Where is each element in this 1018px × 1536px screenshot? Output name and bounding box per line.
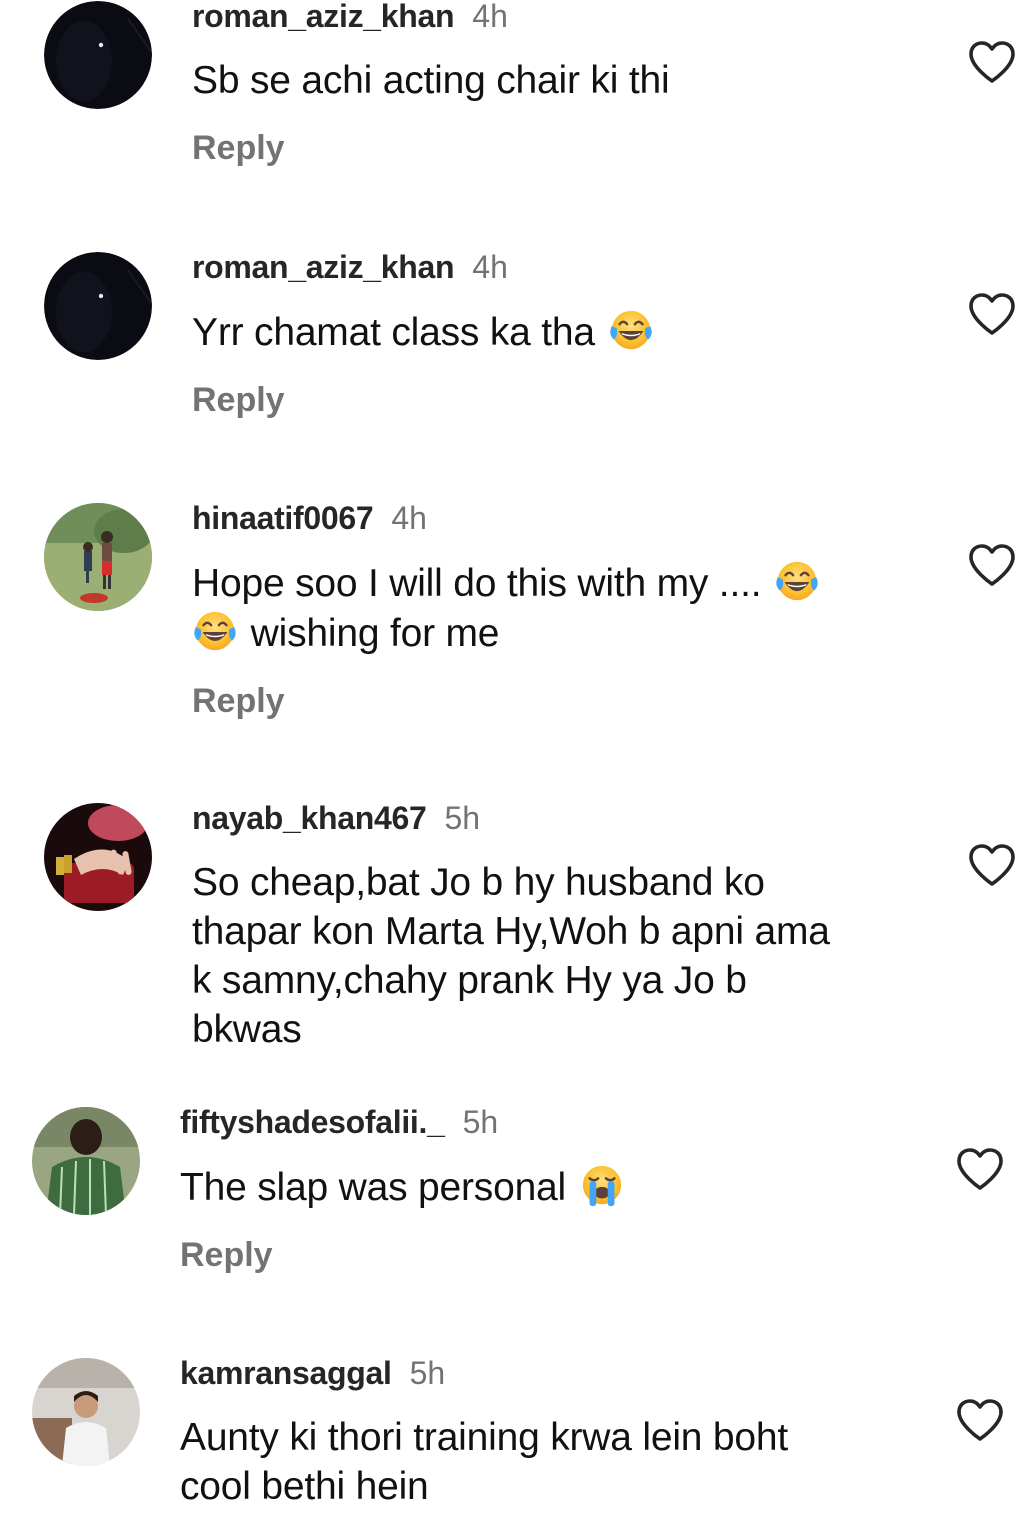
comment-meta: roman_aziz_khan 4h [192,0,952,44]
timestamp: 5h [409,1355,446,1391]
username[interactable]: roman_aziz_khan [192,249,455,285]
reply-button[interactable]: Reply [192,381,952,419]
heart-outline-icon[interactable] [955,1146,1005,1192]
comment-text: Aunty ki thori training krwa lein boht c… [180,1413,900,1511]
comment-text-line: So cheap,bat Jo b hy husband ko [192,861,765,904]
night-sky-avatar[interactable] [44,1,152,109]
comment-text: Hope soo I will do this with my .... wis… [192,558,892,658]
heart-outline-icon[interactable] [967,542,1017,588]
hand-with-bangles-avatar[interactable] [44,803,152,911]
comment-text-line: cool bethi hein [180,1465,429,1508]
comment-text: Yrr chamat class ka tha [192,307,952,357]
username[interactable]: kamransaggal [180,1355,392,1391]
comment-text-line: Aunty ki thori training krwa lein boht [180,1416,789,1459]
comment-meta: kamransaggal 5h [180,1357,900,1401]
man-white-shirt-avatar[interactable] [32,1358,140,1466]
heart-outline-icon[interactable] [967,842,1017,888]
comment-text: Sb se achi acting chair ki thi [192,56,952,105]
timestamp: 5h [462,1104,499,1140]
reply-button[interactable]: Reply [192,682,892,720]
heart-outline-icon[interactable] [967,291,1017,337]
username[interactable]: nayab_khan467 [192,800,427,836]
green-jersey-avatar[interactable] [32,1107,140,1215]
face-with-tears-of-joy-icon [608,307,654,353]
comment-text-content: Yrr chamat class ka tha [192,311,595,354]
timestamp: 4h [472,0,508,34]
children-outdoors-avatar[interactable] [44,503,152,611]
comment-text-content: Sb se achi acting chair ki thi [192,59,670,102]
comment-text-content: The slap was personal [180,1166,567,1209]
loudly-crying-face-icon [579,1162,625,1208]
reply-button[interactable]: Reply [192,129,952,167]
username[interactable]: roman_aziz_khan [192,0,455,34]
comment-meta: fiftyshadesofalii._ 5h [180,1106,940,1150]
comment-meta: roman_aziz_khan 4h [192,251,952,295]
night-sky-avatar[interactable] [44,252,152,360]
comment-text-line: Hope soo I will do this with my .... [192,558,892,608]
timestamp: 4h [472,249,508,285]
username[interactable]: fiftyshadesofalii._ [180,1104,445,1140]
comment-text-line: thapar kon Marta Hy,Woh b apni ama [192,910,830,953]
comment-text-content: wishing for me [250,612,500,655]
comment-text: The slap was personal [180,1162,940,1212]
heart-outline-icon[interactable] [955,1397,1005,1443]
comment-text-line: wishing for me [192,608,892,658]
comment-text-content: Hope soo I will do this with my .... [192,562,762,605]
timestamp: 5h [444,800,481,836]
comment-text-line: k samny,chahy prank Hy ya Jo b [192,959,747,1002]
heart-outline-icon[interactable] [967,39,1017,85]
timestamp: 4h [391,500,427,536]
face-with-tears-of-joy-icon [192,608,238,654]
comment-meta: hinaatif0067 4h [192,502,892,546]
comment-meta: nayab_khan467 5h [192,802,912,846]
face-with-tears-of-joy-icon [774,558,820,604]
reply-button[interactable]: Reply [180,1236,940,1274]
comment-text-line: bkwas [192,1008,302,1051]
username[interactable]: hinaatif0067 [192,500,374,536]
comment-text: So cheap,bat Jo b hy husband ko thapar k… [192,858,912,1054]
